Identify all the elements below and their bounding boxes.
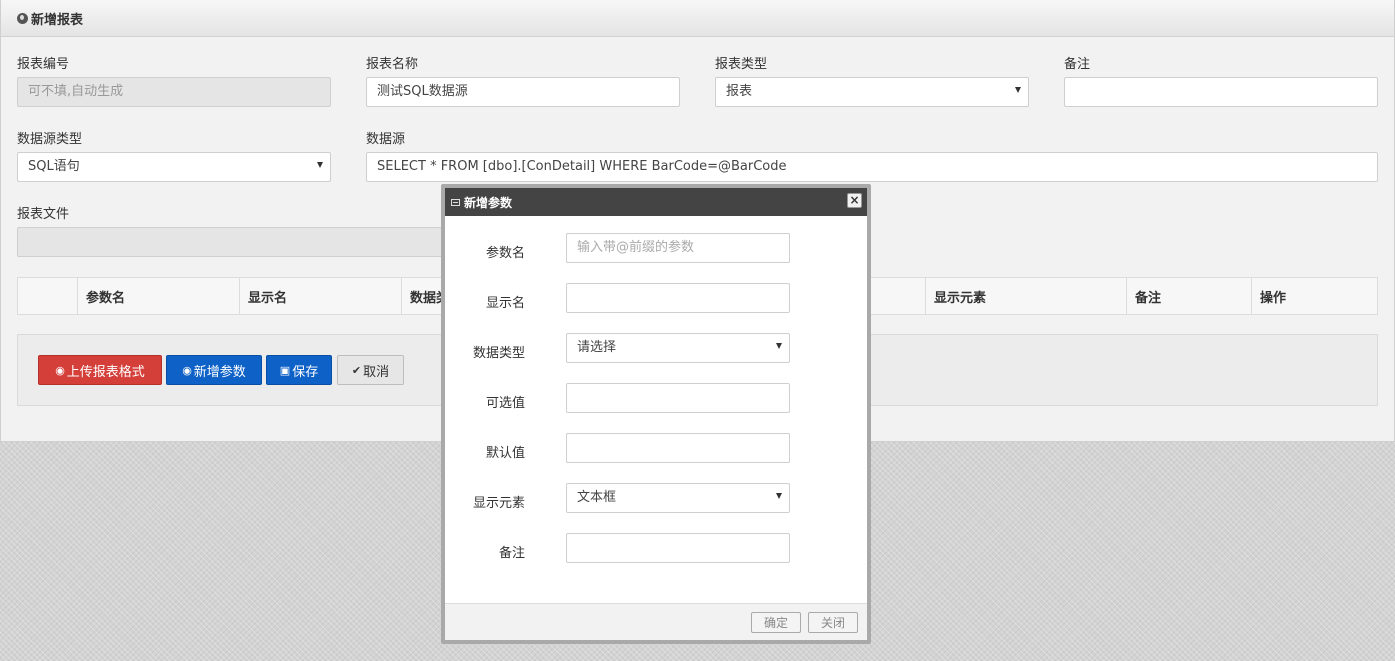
table-header-cell <box>18 278 78 314</box>
display-element-value: 文本框 <box>577 490 617 505</box>
report-name-input[interactable]: 测试SQL数据源 <box>366 77 680 107</box>
display-name-input[interactable] <box>566 283 790 313</box>
datasource-label: 数据源 <box>366 132 406 147</box>
add-param-label: 新增参数 <box>193 364 246 380</box>
check-icon: ✔ <box>351 363 362 377</box>
datasource-type-value: SQL语句 <box>28 159 80 174</box>
param-remark-input[interactable] <box>566 533 790 563</box>
report-type-label: 报表类型 <box>715 57 768 72</box>
close-icon[interactable]: × <box>847 193 862 208</box>
cancel-label: 取消 <box>363 364 390 380</box>
report-type-select[interactable]: 报表 <box>715 77 1029 107</box>
param-name-label: 参数名 <box>485 246 525 261</box>
chevron-down-icon <box>1015 87 1021 93</box>
options-label: 可选值 <box>485 396 525 411</box>
save-label: 保存 <box>292 364 319 380</box>
table-header-cell: 备注 <box>1127 278 1252 314</box>
report-no-input[interactable]: 可不填,自动生成 <box>17 77 331 107</box>
dialog-footer: 确定 关闭 <box>445 603 867 640</box>
display-element-select[interactable]: 文本框 <box>566 483 790 513</box>
param-remark-label: 备注 <box>498 546 525 561</box>
remark-label: 备注 <box>1064 57 1091 72</box>
dialog-body: 新增参数 × 参数名 输入带@前缀的参数 显示名 数据类型 请选择 可选值 默认… <box>445 188 867 640</box>
datasource-type-select[interactable]: SQL语句 <box>17 152 331 182</box>
globe-icon <box>17 12 28 24</box>
report-type-value: 报表 <box>726 84 753 99</box>
eye-icon: ◉ <box>55 363 65 377</box>
eye-icon: ◉ <box>182 363 192 377</box>
upload-format-label: 上传报表格式 <box>66 364 145 380</box>
data-type-select[interactable]: 请选择 <box>566 333 790 363</box>
default-value-input[interactable] <box>566 433 790 463</box>
dialog-titlebar[interactable]: 新增参数 × <box>445 188 867 216</box>
display-name-label: 显示名 <box>485 296 525 311</box>
save-icon: ▣ <box>279 363 291 377</box>
cancel-button[interactable]: ✔ 取消 <box>337 355 404 385</box>
report-name-label: 报表名称 <box>366 57 419 72</box>
datasource-type-label: 数据源类型 <box>17 132 83 147</box>
window-icon <box>451 198 460 206</box>
table-header-cell: 参数名 <box>78 278 240 314</box>
report-file-label: 报表文件 <box>17 207 70 222</box>
param-name-input[interactable]: 输入带@前缀的参数 <box>566 233 790 263</box>
panel-header: 新增报表 <box>1 0 1394 37</box>
table-header-cell: 显示元素 <box>926 278 1127 314</box>
close-button[interactable]: 关闭 <box>808 612 858 633</box>
table-header-cell: 显示名 <box>240 278 402 314</box>
confirm-button[interactable]: 确定 <box>751 612 801 633</box>
add-param-button[interactable]: ◉ 新增参数 <box>166 355 262 385</box>
options-input[interactable] <box>566 383 790 413</box>
upload-format-button[interactable]: ◉ 上传报表格式 <box>38 355 162 385</box>
save-button[interactable]: ▣ 保存 <box>266 355 332 385</box>
chevron-down-icon <box>317 162 323 168</box>
report-no-label: 报表编号 <box>17 57 70 72</box>
add-param-dialog: 新增参数 × 参数名 输入带@前缀的参数 显示名 数据类型 请选择 可选值 默认… <box>441 184 871 644</box>
display-element-label: 显示元素 <box>472 496 525 511</box>
data-type-value: 请选择 <box>577 340 617 355</box>
datasource-input[interactable]: SELECT * FROM [dbo].[ConDetail] WHERE Ba… <box>366 152 1378 182</box>
default-value-label: 默认值 <box>485 446 525 461</box>
table-header-cell: 操作 <box>1260 290 1287 306</box>
chevron-down-icon <box>776 343 782 349</box>
panel-title: 新增报表 <box>31 12 84 28</box>
dialog-title: 新增参数 <box>464 195 513 210</box>
report-file-input[interactable] <box>17 227 457 257</box>
chevron-down-icon <box>776 493 782 499</box>
data-type-label: 数据类型 <box>472 346 525 361</box>
remark-input[interactable] <box>1064 77 1378 107</box>
